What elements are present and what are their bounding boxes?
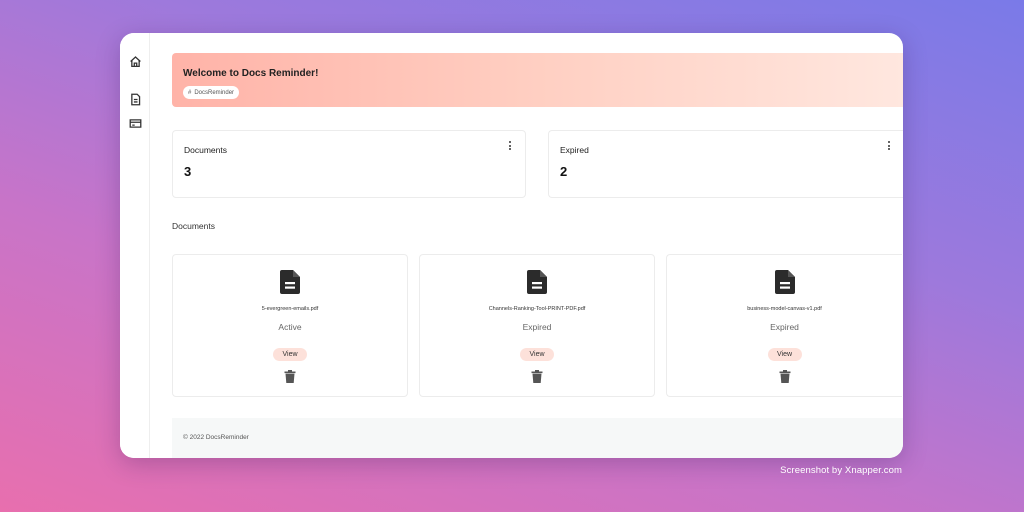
home-icon[interactable] <box>127 53 143 69</box>
app-window: Welcome to Docs Reminder! # DocsReminder… <box>120 33 903 458</box>
document-filename: business-model-canvas-v1.pdf <box>747 306 822 312</box>
more-menu-icon[interactable] <box>507 141 513 151</box>
document-filename: Channels-Ranking-Tool-PRINT-PDF.pdf <box>488 306 586 312</box>
document-card: Channels-Ranking-Tool-PRINT-PDF.pdf Expi… <box>419 254 655 397</box>
stat-value: 3 <box>184 164 192 179</box>
stat-card-expired: Expired 2 <box>548 130 903 198</box>
trash-icon[interactable] <box>531 370 543 383</box>
banner-tag-label: DocsReminder <box>194 89 235 96</box>
stat-card-documents: Documents 3 <box>172 130 526 198</box>
sidebar <box>120 33 150 458</box>
trash-icon[interactable] <box>779 370 790 383</box>
footer-copyright: © 2022 DocsReminder <box>183 434 249 441</box>
document-status: Expired <box>770 322 799 332</box>
main-content: Welcome to Docs Reminder! # DocsReminder… <box>172 33 903 458</box>
stat-title: Expired <box>560 145 589 155</box>
stat-value: 2 <box>560 164 568 179</box>
screenshot-watermark: Screenshot by Xnapper.com <box>780 465 902 476</box>
stat-title: Documents <box>184 145 227 155</box>
footer: © 2022 DocsReminder <box>172 418 903 458</box>
file-icon <box>280 270 300 294</box>
view-button[interactable]: View <box>767 348 802 361</box>
credit-card-icon[interactable] <box>127 115 143 131</box>
documents-section-title: Documents <box>172 221 215 231</box>
document-filename: 5-evergreen-emails.pdf <box>261 306 319 312</box>
document-card: business-model-canvas-v1.pdf Expired Vie… <box>666 254 902 397</box>
banner-title: Welcome to Docs Reminder! <box>183 68 319 79</box>
document-status: Expired <box>522 322 552 332</box>
more-menu-icon[interactable] <box>886 141 892 151</box>
document-card: 5-evergreen-emails.pdf Active View <box>172 254 408 397</box>
document-icon[interactable] <box>127 91 143 107</box>
view-button[interactable]: View <box>273 348 307 361</box>
document-status: Active <box>278 322 302 332</box>
banner-tag: # DocsReminder <box>183 86 240 99</box>
hash-icon: # <box>188 89 192 96</box>
file-icon <box>527 270 547 294</box>
file-icon <box>774 270 795 294</box>
trash-icon[interactable] <box>284 370 296 383</box>
welcome-banner: Welcome to Docs Reminder! # DocsReminder <box>172 53 903 107</box>
view-button[interactable]: View <box>520 348 554 361</box>
